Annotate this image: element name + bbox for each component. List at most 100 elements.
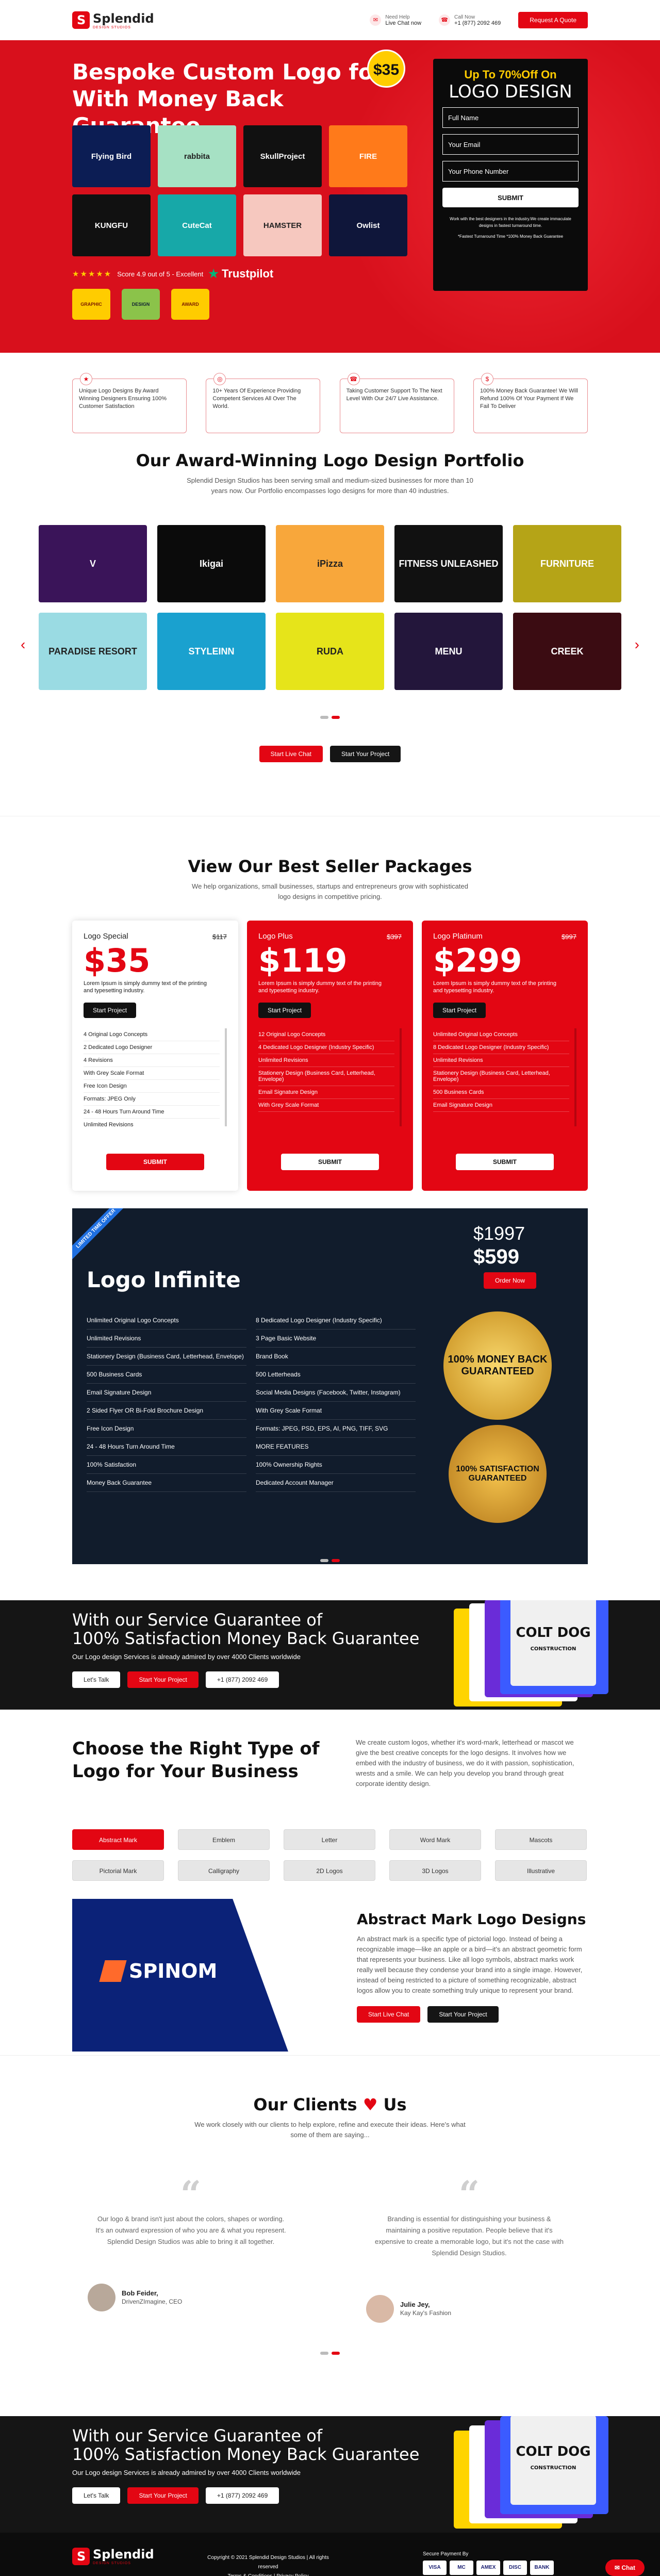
start-live-chat-button[interactable]: Start Live Chat [357, 2006, 421, 2023]
feature-text: Taking Customer Support To The Next Leve… [346, 388, 442, 402]
package-feature-list[interactable]: Unlimited Original Logo Concepts 8 Dedica… [433, 1028, 576, 1126]
hero-logo-tile[interactable]: SkullProject [243, 125, 322, 187]
full-name-input[interactable] [442, 107, 579, 128]
logo-type-tab[interactable]: Calligraphy [178, 1860, 270, 1881]
start-live-chat-button[interactable]: Start Live Chat [259, 746, 323, 762]
logo-type-tab[interactable]: 2D Logos [284, 1860, 375, 1881]
infinite-feature: 2 Sided Flyer OR Bi-Fold Brochure Design [87, 1402, 246, 1420]
lets-talk-button[interactable]: Let's Talk [72, 2487, 121, 2504]
payment-card-icon: DISC [503, 2561, 527, 2575]
hero-logo-tile[interactable]: KUNGFU [72, 194, 151, 256]
form-fine-print: Work with the best designers in the indu… [450, 217, 571, 228]
infinite-feature-list: Unlimited Original Logo Concepts 8 Dedica… [87, 1311, 416, 1492]
portfolio-tile[interactable]: RUDA [276, 613, 384, 690]
logo-type-tab[interactable]: 3D Logos [389, 1860, 481, 1881]
brand-subtitle: DESIGN STUDIOS [93, 25, 131, 29]
phone-input[interactable] [442, 161, 579, 182]
package-submit-button[interactable]: SUBMIT [456, 1154, 554, 1170]
portfolio-subtitle: Splendid Design Studios has been serving… [187, 477, 473, 495]
carousel-dot-active[interactable] [332, 2352, 340, 2355]
call-now-link[interactable]: ☎ Call Now +1 (877) 2092 469 [439, 14, 501, 26]
logo-type-tab[interactable]: Emblem [178, 1829, 270, 1850]
hero-section: Bespoke Custom Logo for With Money Back … [0, 40, 660, 353]
trustpilot-label: Trustpilot [222, 267, 274, 280]
carousel-dot[interactable] [320, 2352, 328, 2355]
form-submit-button[interactable]: SUBMIT [442, 188, 579, 207]
testimonial-card: “Branding is essential for distinguishin… [351, 2176, 588, 2323]
portfolio-tile[interactable]: FITNESS UNLEASHED [394, 525, 503, 602]
logo-type-tab[interactable]: Abstract Mark [72, 1829, 164, 1850]
rating-text: Score 4.9 out of 5 - Excellent [117, 270, 204, 278]
abstract-text: An abstract mark is a specific type of p… [357, 1935, 583, 1994]
portfolio-tile[interactable]: Ikigai [157, 525, 266, 602]
carousel-dot-active[interactable] [332, 716, 340, 719]
infinite-title: Logo Infinite [87, 1267, 241, 1292]
terms-privacy-links[interactable]: Terms & Conditions | Privacy Policy [201, 2572, 335, 2576]
package-feature: 12 Original Logo Concepts [258, 1028, 394, 1041]
portfolio-tile[interactable]: MENU [394, 613, 503, 690]
brand-logo[interactable]: Splendid DESIGN STUDIOS [72, 11, 154, 29]
carousel-next-icon[interactable]: › [635, 636, 639, 653]
package-feature-list[interactable]: 4 Original Logo Concepts 2 Dedicated Logo… [84, 1028, 227, 1126]
infinite-old-price: $1997 [473, 1223, 525, 1244]
live-chat-link[interactable]: ✉ Need Help Live Chat now [370, 14, 421, 26]
package-old-price: $397 [387, 933, 402, 941]
hero-logo-tile[interactable]: FIRE [329, 125, 407, 187]
phone-button[interactable]: +1 (877) 2092 469 [205, 1671, 279, 1688]
portfolio-tile[interactable]: STYLEINN [157, 613, 266, 690]
logo-type-tab[interactable]: Word Mark [389, 1829, 481, 1850]
testimonial-author: Bob Feider, DrivenZImagine, CEO [88, 2284, 309, 2311]
colt-dog-sub: CONSTRUCTION [530, 1646, 576, 1652]
package-feature: Unlimited Original Logo Concepts [433, 1028, 569, 1041]
carousel-dot[interactable] [320, 716, 328, 719]
package-feature: 4 Original Logo Concepts [84, 1028, 220, 1041]
portfolio-tile[interactable]: iPizza [276, 525, 384, 602]
start-project-button[interactable]: Start Your Project [427, 2006, 499, 2023]
portfolio-tile[interactable]: CREEK [513, 613, 621, 690]
email-input[interactable] [442, 134, 579, 155]
package-feature: 4 Dedicated Logo Designer (Industry Spec… [258, 1041, 394, 1054]
clients-title-a: Our Clients [253, 2095, 357, 2114]
infinite-feature: With Grey Scale Format [256, 1402, 416, 1420]
logo-type-tab[interactable]: Pictorial Mark [72, 1860, 164, 1881]
start-project-button[interactable]: Start Your Project [127, 1671, 199, 1688]
package-feature-list[interactable]: 12 Original Logo Concepts 4 Dedicated Log… [258, 1028, 402, 1126]
portfolio-tile[interactable]: PARADISE RESORT [39, 613, 147, 690]
carousel-prev-icon[interactable]: ‹ [21, 636, 25, 653]
brand-card-stack: COLT DOG CONSTRUCTION [449, 2416, 645, 2532]
hero-logo-tile[interactable]: Flying Bird [72, 125, 151, 187]
guarantee-band: With our Service Guarantee of 100% Satisf… [0, 1600, 660, 1710]
logo-type-tab[interactable]: Illustrative [495, 1860, 587, 1881]
footer-logo[interactable]: Splendid DESIGN STUDIOS [72, 2547, 154, 2565]
testimonial-author: Julie Jey, Kay Kay's Fashion [366, 2295, 588, 2323]
start-project-button[interactable]: Start Project [258, 1003, 311, 1018]
portfolio-tile[interactable]: FURNITURE [513, 525, 621, 602]
hero-logo-tile[interactable]: CuteCat [158, 194, 236, 256]
logo-type-tab[interactable]: Letter [284, 1829, 375, 1850]
lets-talk-button[interactable]: Let's Talk [72, 1671, 121, 1688]
start-project-button[interactable]: Start Your Project [127, 2487, 199, 2504]
carousel-dot-active[interactable] [332, 1559, 340, 1562]
copyright-text: Copyright © 2021 Splendid Design Studios… [207, 2555, 329, 2570]
request-quote-button[interactable]: Request A Quote [518, 12, 588, 28]
start-project-button[interactable]: Start Project [433, 1003, 486, 1018]
order-now-button[interactable]: Order Now [484, 1272, 537, 1289]
portfolio-tile[interactable]: V [39, 525, 147, 602]
form-headline: LOGO DESIGN [449, 81, 572, 102]
hero-logo-tile[interactable]: HAMSTER [243, 194, 322, 256]
start-project-button[interactable]: Start Project [84, 1003, 137, 1018]
package-submit-button[interactable]: SUBMIT [281, 1154, 379, 1170]
chat-button[interactable]: ✉ Chat [605, 2559, 645, 2576]
phone-button[interactable]: +1 (877) 2092 469 [205, 2487, 279, 2504]
start-project-button[interactable]: Start Your Project [329, 746, 401, 762]
package-submit-button[interactable]: SUBMIT [106, 1154, 204, 1170]
payment-card-icon: VISA [423, 2561, 447, 2575]
infinite-feature: 500 Business Cards [87, 1366, 246, 1384]
hero-logo-tile[interactable]: rabbita [158, 125, 236, 187]
hero-logo-tile[interactable]: Owlist [329, 194, 407, 256]
band-subtitle: Our Logo design Services is already admi… [72, 2469, 301, 2476]
call-label: Call Now [454, 14, 475, 20]
logo-type-tab[interactable]: Mascots [495, 1829, 587, 1850]
carousel-dot[interactable] [320, 1559, 328, 1562]
package-description: Lorem Ipsum is simply dummy text of the … [258, 980, 382, 994]
